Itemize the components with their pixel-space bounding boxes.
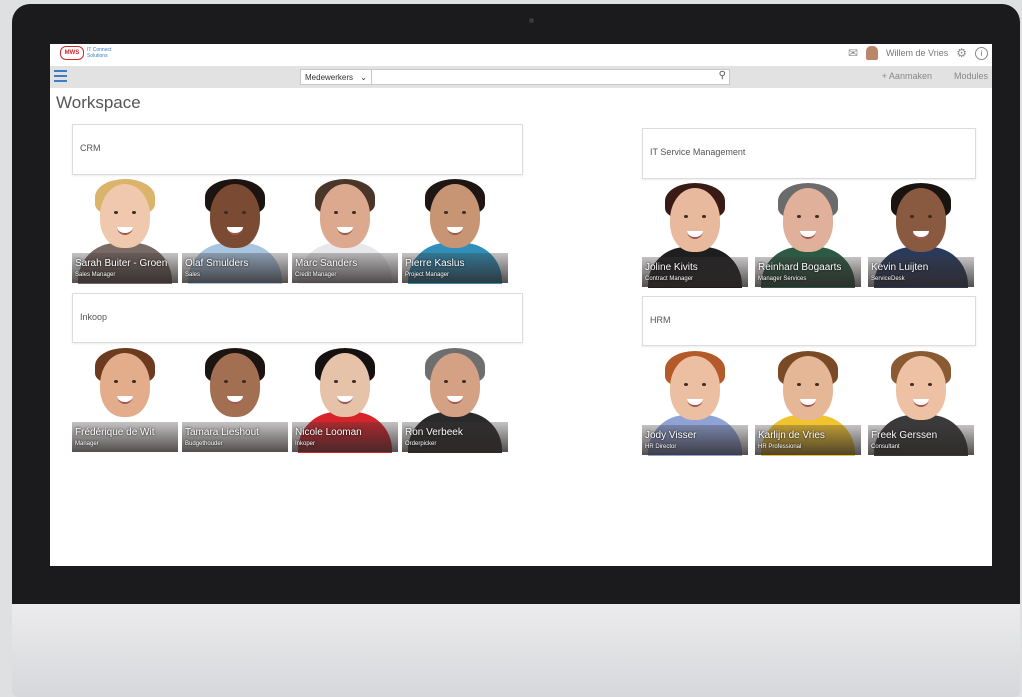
person-name: Olaf Smulders xyxy=(185,258,249,269)
person-role: Credit Manager xyxy=(295,272,337,278)
person-photo-eyes xyxy=(444,211,466,215)
search-input[interactable] xyxy=(372,69,730,85)
person-card[interactable]: Kevin Luijten ServiceDesk xyxy=(868,181,974,288)
user-area: ✉ Willem de Vries ⚙ i xyxy=(848,46,988,60)
search-bar: Medewerkers ⌄ ⚲ xyxy=(300,69,730,85)
person-role: HR Director xyxy=(645,444,677,450)
app-screen: MWS IT Connect Solutions ✉ Willem de Vri… xyxy=(50,44,992,566)
person-photo-face xyxy=(210,353,260,417)
person-card[interactable]: Sarah Buiter - Groen Sales Manager xyxy=(72,177,178,284)
person-role: Consultant xyxy=(871,444,900,450)
logo-text: IT Connect Solutions xyxy=(87,47,112,59)
group-header-hrm[interactable]: HRM xyxy=(642,296,976,346)
person-role: Sales xyxy=(185,272,201,278)
person-photo-face xyxy=(100,184,150,248)
person-role: Manager xyxy=(75,441,99,447)
person-card[interactable]: Joline Kivits Contract Manager xyxy=(642,181,748,288)
person-photo-eyes xyxy=(224,380,246,384)
person-card[interactable]: Olaf Smulders Sales xyxy=(182,177,288,284)
person-name: Pierre Kaslus xyxy=(405,258,465,269)
person-name: Freek Gerssen xyxy=(871,430,938,441)
toolbar: Medewerkers ⌄ ⚲ + Aanmaken Modules xyxy=(50,66,992,88)
person-card[interactable]: Freek Gerssen Consultant xyxy=(868,349,974,456)
chevron-down-icon: ⌄ xyxy=(360,72,367,82)
person-photo-face xyxy=(896,188,946,252)
create-button[interactable]: + Aanmaken xyxy=(882,71,932,81)
person-role: Budgethouder xyxy=(185,441,223,447)
user-name[interactable]: Willem de Vries xyxy=(886,48,948,58)
person-photo-eyes xyxy=(910,215,932,219)
person-photo-eyes xyxy=(797,215,819,219)
modules-button[interactable]: Modules xyxy=(954,71,988,81)
person-photo-eyes xyxy=(684,215,706,219)
camera-dot xyxy=(529,18,534,23)
person-role: Contract Manager xyxy=(645,276,694,282)
person-photo-face xyxy=(210,184,260,248)
company-logo[interactable]: MWS IT Connect Solutions xyxy=(60,46,127,60)
person-photo-face xyxy=(430,353,480,417)
person-photo-face xyxy=(783,188,833,252)
logo-badge: MWS xyxy=(60,46,84,60)
group-header-inkoop[interactable]: Inkoop xyxy=(72,293,523,343)
person-photo-eyes xyxy=(114,380,136,384)
person-photo-face xyxy=(896,356,946,420)
person-photo-face xyxy=(320,184,370,248)
person-card[interactable]: Nicole Looman Inkoper xyxy=(292,346,398,453)
person-role: Manager Services xyxy=(758,276,807,282)
search-scope-value: Medewerkers xyxy=(305,72,354,82)
person-role: Orderpicker xyxy=(405,441,437,447)
person-name: Reinhard Bogaarts xyxy=(758,262,842,273)
search-scope-select[interactable]: Medewerkers ⌄ xyxy=(300,69,372,85)
person-photo-eyes xyxy=(797,383,819,387)
person-card[interactable]: Tamara Lieshout Budgethouder xyxy=(182,346,288,453)
monitor-chin xyxy=(12,604,1020,697)
person-name: Frédérique de Wit xyxy=(75,427,155,438)
page-title: Workspace xyxy=(56,93,141,112)
person-photo-eyes xyxy=(224,211,246,215)
person-name: Tamara Lieshout xyxy=(185,427,259,438)
person-photo-eyes xyxy=(114,211,136,215)
person-photo-face xyxy=(783,356,833,420)
person-card[interactable]: Karlijn de Vries HR Professional xyxy=(755,349,861,456)
notifications-icon[interactable]: ✉ xyxy=(848,46,858,60)
toolbar-actions: + Aanmaken Modules xyxy=(882,71,988,81)
person-photo-eyes xyxy=(334,211,356,215)
person-card[interactable]: Frédérique de Wit Manager xyxy=(72,346,178,453)
person-card[interactable]: Pierre Kaslus Project Manager xyxy=(402,177,508,284)
gear-icon[interactable]: ⚙ xyxy=(956,46,967,60)
person-name: Joline Kivits xyxy=(645,262,698,273)
person-photo-face xyxy=(670,188,720,252)
person-card[interactable]: Reinhard Bogaarts Manager Services xyxy=(755,181,861,288)
person-photo-eyes xyxy=(334,380,356,384)
person-photo-face xyxy=(430,184,480,248)
person-photo-eyes xyxy=(684,383,706,387)
person-role: Project Manager xyxy=(405,272,450,278)
person-photo-eyes xyxy=(444,380,466,384)
person-role: Inkoper xyxy=(295,441,316,447)
group-header-it-service-management[interactable]: IT Service Management xyxy=(642,128,976,179)
person-role: Sales Manager xyxy=(75,272,116,278)
person-role: HR Professional xyxy=(758,444,802,450)
person-card[interactable]: Ron Verbeek Orderpicker xyxy=(402,346,508,453)
person-name: Karlijn de Vries xyxy=(758,430,825,441)
top-bar: MWS IT Connect Solutions ✉ Willem de Vri… xyxy=(50,44,992,66)
person-card[interactable]: Marc Sanders Credit Manager xyxy=(292,177,398,284)
search-icon[interactable]: ⚲ xyxy=(719,70,726,81)
person-role: ServiceDesk xyxy=(871,276,905,282)
person-name: Jody Visser xyxy=(645,430,697,441)
person-photo-face xyxy=(320,353,370,417)
menu-icon[interactable] xyxy=(54,70,67,82)
person-name: Marc Sanders xyxy=(295,258,358,269)
person-card[interactable]: Jody Visser HR Director xyxy=(642,349,748,456)
person-name: Ron Verbeek xyxy=(405,427,463,438)
info-icon[interactable]: i xyxy=(975,46,988,60)
group-header-crm[interactable]: CRM xyxy=(72,124,523,175)
person-photo-face xyxy=(670,356,720,420)
user-avatar[interactable] xyxy=(866,46,879,60)
person-name: Nicole Looman xyxy=(295,427,362,438)
person-name: Kevin Luijten xyxy=(871,262,929,273)
person-photo-face xyxy=(100,353,150,417)
person-name: Sarah Buiter - Groen xyxy=(75,258,168,269)
person-photo-eyes xyxy=(910,383,932,387)
